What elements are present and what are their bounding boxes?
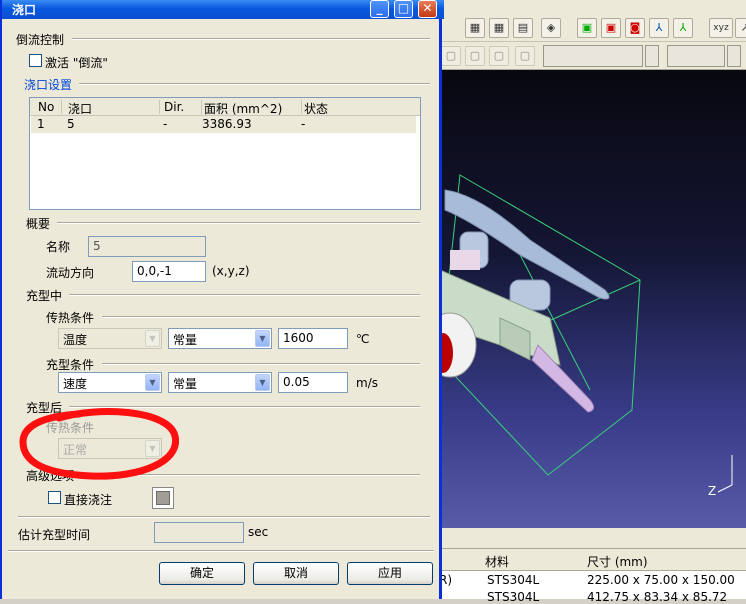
- chevron-down-icon[interactable]: ▼: [255, 330, 270, 347]
- maximize-icon[interactable]: □: [394, 0, 413, 18]
- cell-area: 3386.93: [202, 117, 252, 131]
- speed-combo-value: 速度: [63, 377, 88, 391]
- materials-table: 材料 尺寸 (mm) R) STS304L 225.00 x 75.00 x 1…: [437, 548, 746, 604]
- temperature-mode-value: 常量: [173, 333, 198, 347]
- toolbar-field[interactable]: [667, 45, 725, 67]
- table-row[interactable]: 1 5 - 3386.93 -: [31, 116, 416, 133]
- spinner-icon[interactable]: [645, 45, 659, 67]
- direct-pour-checkbox[interactable]: [48, 491, 61, 504]
- estimated-fill-time-label: 估计充型时间: [18, 528, 91, 542]
- grid-icon[interactable]: ▦: [465, 18, 485, 38]
- axis-icon[interactable]: ⅄: [649, 18, 669, 38]
- chevron-down-icon[interactable]: ▼: [145, 330, 160, 347]
- disabled-tool-icon[interactable]: ▢: [515, 46, 535, 66]
- divider: [8, 550, 434, 552]
- direct-pour-settings-button[interactable]: [152, 487, 174, 509]
- divider: [57, 222, 420, 224]
- disabled-tool-icon[interactable]: ▢: [489, 46, 509, 66]
- ok-button[interactable]: 确定: [159, 562, 245, 585]
- chevron-down-icon[interactable]: ▼: [255, 374, 270, 391]
- apply-button[interactable]: 应用: [347, 562, 433, 585]
- materials-table-header: 材料 尺寸 (mm): [437, 549, 746, 571]
- material-column-header[interactable]: 材料: [485, 553, 509, 570]
- temperature-value-field[interactable]: 1600: [278, 328, 348, 349]
- activate-backflow-label: 激活 "倒流": [45, 56, 108, 70]
- dialog-title: 浇口: [12, 3, 37, 17]
- grid-icon[interactable]: ▦: [489, 18, 509, 38]
- xyz-icon[interactable]: xyz: [709, 18, 733, 38]
- column-header-area[interactable]: 面积 (mm^2): [204, 100, 302, 116]
- red-circle-annotation: [19, 408, 179, 480]
- divider: [102, 363, 420, 365]
- filling-section-title: 充型中: [26, 289, 63, 303]
- direct-pour-label: 直接浇注: [64, 493, 113, 507]
- temperature-combo[interactable]: 温度 ▼: [58, 328, 162, 349]
- cell-no: 1: [37, 117, 45, 131]
- disabled-tool-icon[interactable]: ▢: [465, 46, 485, 66]
- table-cell: STS304L: [487, 573, 540, 587]
- sprue-dialog: 浇口 _ □ ✕ 倒流控制 激活 "倒流" 浇口设置 No 浇口 Dir. 面积…: [0, 0, 444, 599]
- divider: [18, 516, 430, 518]
- divider: [69, 294, 420, 296]
- divider: [72, 38, 430, 40]
- cancel-button[interactable]: 取消: [253, 562, 339, 585]
- main-toolbar: ▦ ▦ ▤ ◈ ▣ ▣ ◙ ⅄ ⅄ xyz ↗: [437, 14, 746, 42]
- view-icon[interactable]: ▣: [577, 18, 597, 38]
- arrow-icon[interactable]: ↗: [735, 18, 746, 38]
- speed-mode-combo[interactable]: 常量 ▼: [168, 372, 272, 393]
- speed-mode-value: 常量: [173, 377, 198, 391]
- column-header-status[interactable]: 状态: [304, 100, 364, 116]
- flow-direction-unit: (x,y,z): [212, 264, 250, 278]
- size-column-header[interactable]: 尺寸 (mm): [587, 553, 648, 570]
- grid-icon[interactable]: ▤: [513, 18, 533, 38]
- sprue-table[interactable]: No 浇口 Dir. 面积 (mm^2) 状态 1 5 - 3386.93 -: [29, 97, 421, 210]
- minimize-icon[interactable]: _: [370, 0, 389, 18]
- cell-status: -: [301, 117, 306, 131]
- axis-z-label: Z: [708, 484, 716, 498]
- disabled-tool-icon[interactable]: ▢: [441, 46, 461, 66]
- flow-direction-label: 流动方向: [46, 266, 95, 280]
- dialog-titlebar[interactable]: 浇口 _ □ ✕: [2, 0, 444, 19]
- axis-icon[interactable]: ⅄: [673, 18, 693, 38]
- temperature-mode-combo[interactable]: 常量 ▼: [168, 328, 272, 349]
- view-icon[interactable]: ▣: [601, 18, 621, 38]
- column-header-dir[interactable]: Dir.: [164, 100, 202, 114]
- table-cell: 412.75 x 83.34 x 85.72: [587, 590, 728, 604]
- column-header-sprue[interactable]: 浇口: [68, 100, 160, 116]
- sprue-settings-section-title: 浇口设置: [24, 78, 73, 92]
- cell-dir: -: [163, 117, 168, 131]
- divider: [79, 83, 430, 85]
- spinner-icon[interactable]: [727, 45, 741, 67]
- cell-sprue: 5: [67, 117, 75, 131]
- secondary-toolbar: ▢ ▢ ▢ ▢: [437, 42, 746, 70]
- 3d-viewport[interactable]: Z: [440, 70, 746, 528]
- sprue-table-header: No 浇口 Dir. 面积 (mm^2) 状态: [30, 98, 420, 116]
- model-render: Z: [440, 174, 733, 498]
- table-cell: 225.00 x 75.00 x 150.00: [587, 573, 735, 587]
- divider: [102, 316, 420, 318]
- name-label: 名称: [46, 240, 71, 254]
- chevron-down-icon[interactable]: ▼: [145, 374, 160, 391]
- speed-unit: m/s: [356, 376, 378, 390]
- flow-direction-field[interactable]: 0,0,-1: [132, 261, 206, 282]
- fill-condition-label: 充型条件: [46, 358, 95, 372]
- column-header-no[interactable]: No: [38, 100, 62, 114]
- backflow-section-title: 倒流控制: [16, 33, 65, 47]
- table-cell: STS304L: [487, 590, 540, 604]
- close-icon[interactable]: ✕: [418, 0, 437, 18]
- toolbar-field[interactable]: [543, 45, 643, 67]
- settings-icon: [156, 491, 170, 505]
- activate-backflow-checkbox[interactable]: [29, 54, 42, 67]
- estimated-fill-time-field[interactable]: [154, 522, 244, 543]
- estimated-fill-time-unit: sec: [248, 525, 269, 539]
- temperature-combo-value: 温度: [63, 333, 88, 347]
- temperature-unit: ℃: [356, 332, 370, 346]
- view-icon[interactable]: ◙: [625, 18, 645, 38]
- layers-icon[interactable]: ◈: [541, 18, 561, 38]
- speed-value-field[interactable]: 0.05: [278, 372, 348, 393]
- name-field[interactable]: 5: [88, 236, 206, 257]
- heat-condition-label: 传热条件: [46, 311, 95, 325]
- summary-section-title: 概要: [26, 217, 51, 231]
- speed-combo[interactable]: 速度 ▼: [58, 372, 162, 393]
